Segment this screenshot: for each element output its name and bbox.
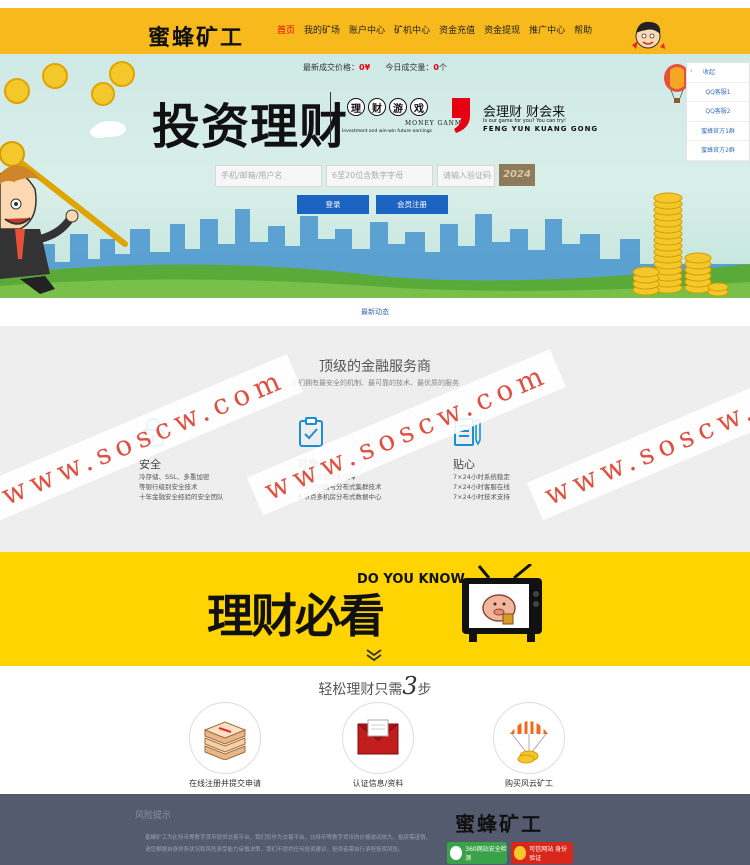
nav-promotion[interactable]: 推广中心 bbox=[529, 23, 565, 36]
register-button[interactable]: 会员注册 bbox=[376, 195, 448, 214]
side-official-group-2[interactable]: 蜜蜂官方2群 bbox=[687, 141, 749, 161]
game-title-circles: 理 财 游 戏 bbox=[347, 98, 431, 116]
security-badge-360[interactable]: 360网站安全检测 bbox=[447, 842, 507, 864]
slogan-sub-pinyin: FENG YUN KUANG GONG bbox=[483, 125, 599, 133]
step-icon-circle bbox=[189, 702, 261, 774]
envelope-icon bbox=[357, 719, 399, 755]
hero-banner: 最新成交价格：0¥ 今日成交量：0个 投资理财 理 财 游 戏 MONEY GA… bbox=[0, 54, 750, 298]
game-char: 戏 bbox=[410, 98, 428, 116]
coin-stack-icon bbox=[632, 192, 728, 297]
trade-stats: 最新成交价格：0¥ 今日成交量：0个 bbox=[0, 62, 750, 73]
top-header: 蜜蜂矿工 首页 我的矿场 账户中心 矿机中心 资金充值 资金提现 推广中心 帮助 bbox=[0, 8, 750, 54]
volume-label: 今日成交量： bbox=[385, 63, 434, 72]
nav-recharge[interactable]: 资金充值 bbox=[439, 23, 475, 36]
game-char: 财 bbox=[368, 98, 386, 116]
clipboard-check-icon bbox=[299, 417, 323, 447]
game-char: 游 bbox=[389, 98, 407, 116]
risk-warning-text: 蜜蜂矿工为比特币等数字货币提供交易平台，我们仅作为交易平台，比特币等数字货币的价… bbox=[145, 835, 432, 853]
captcha-image[interactable]: 2024 bbox=[499, 164, 535, 186]
features-section: 顶级的金融服务商 我们拥有最安全的机制、最可靠的技术、最优质的服务 安全 冷存储… bbox=[0, 326, 750, 552]
nav-withdraw[interactable]: 资金提现 bbox=[484, 23, 520, 36]
step-1[interactable]: 在线注册并提交申请 bbox=[170, 702, 280, 789]
parachute-coin-icon bbox=[510, 715, 548, 764]
chevron-left-icon[interactable]: ‹ bbox=[690, 67, 693, 75]
red-comma-icon bbox=[452, 98, 470, 133]
page-root: 蜜蜂矿工 首页 我的矿场 账户中心 矿机中心 资金充值 资金提现 推广中心 帮助 bbox=[0, 0, 750, 865]
step-label: 在线注册并提交申请 bbox=[189, 779, 261, 788]
slogan-sub-english: Is our game for you? You can try! bbox=[483, 118, 566, 124]
feature-title: 安全 bbox=[139, 458, 161, 471]
side-official-group-1[interactable]: 蜜蜂官方1群 bbox=[687, 122, 749, 142]
badge-label: 可信网站 身份验证 bbox=[529, 846, 568, 862]
promo-title: 理财必看 bbox=[207, 589, 385, 643]
latest-news-bar[interactable]: 最新动态 bbox=[0, 298, 750, 326]
risk-warning-title: 风险提示 bbox=[135, 811, 172, 821]
promo-banner: 理财必看 DO YOU KNOW bbox=[0, 552, 750, 666]
side-qq-service-2[interactable]: QQ客服2 bbox=[687, 102, 749, 122]
steps-title-number: 3 bbox=[402, 672, 418, 700]
mascot-head-icon bbox=[632, 21, 665, 49]
price-unit: ¥ bbox=[364, 63, 371, 72]
double-chevron-down-icon[interactable] bbox=[364, 648, 384, 662]
steps-title-suffix: 步 bbox=[417, 682, 432, 698]
tv-piggy-bank-icon bbox=[462, 564, 542, 642]
step-label: 购买风云矿工 bbox=[505, 779, 553, 788]
trusted-site-badge[interactable]: 可信网站 身份验证 bbox=[511, 842, 573, 864]
steps-title: 轻松理财只需3步 bbox=[0, 672, 750, 700]
step-3[interactable]: 购买风云矿工 bbox=[474, 702, 584, 789]
feature-line: 多节点多机房分布式数据中心 bbox=[297, 493, 382, 501]
username-input[interactable]: 手机/邮箱/用户名 bbox=[215, 165, 322, 187]
game-char: 理 bbox=[347, 98, 365, 116]
main-nav: 首页 我的矿场 账户中心 矿机中心 资金充值 资金提现 推广中心 帮助 bbox=[277, 23, 601, 36]
steps-section: 轻松理财只需3步 在线注册并提交申请 认证信息/资料 购买风云矿工 bbox=[0, 666, 750, 794]
step-icon-circle bbox=[342, 702, 414, 774]
game-subtitle: Investment and win-win future earnings bbox=[342, 129, 432, 134]
books-icon bbox=[203, 721, 247, 760]
volume-unit: 个 bbox=[439, 63, 447, 72]
mascot-character-illustration bbox=[0, 141, 128, 294]
price-label: 最新成交价格： bbox=[303, 63, 359, 72]
side-qq-service-1[interactable]: QQ客服1 bbox=[687, 83, 749, 103]
nav-help[interactable]: 帮助 bbox=[574, 23, 592, 36]
site-logo[interactable]: 蜜蜂矿工 bbox=[148, 20, 244, 52]
shield-check-icon bbox=[450, 846, 463, 860]
title-divider bbox=[330, 92, 331, 144]
nav-home[interactable]: 首页 bbox=[277, 23, 295, 36]
promo-english: DO YOU KNOW bbox=[357, 572, 465, 587]
steps-title-prefix: 轻松理财只需 bbox=[318, 682, 403, 698]
nav-miner-center[interactable]: 矿机中心 bbox=[394, 23, 430, 36]
footer-logo[interactable]: 蜜蜂矿工 bbox=[455, 808, 543, 837]
features-title: 顶级的金融服务商 bbox=[319, 359, 431, 375]
nav-my-mine[interactable]: 我的矿场 bbox=[304, 23, 340, 36]
password-input[interactable]: 6至20位含数字字母 bbox=[326, 165, 433, 187]
nav-account-center[interactable]: 账户中心 bbox=[349, 23, 385, 36]
step-label: 认证信息/资料 bbox=[352, 779, 404, 788]
site-footer: 风险提示 蜜蜂矿工为比特币等数字货币提供交易平台，我们仅作为交易平台，比特币等数… bbox=[0, 794, 750, 865]
step-2[interactable]: 认证信息/资料 bbox=[323, 702, 433, 789]
banner-title: 投资理财 bbox=[152, 99, 349, 155]
step-icon-circle bbox=[493, 702, 565, 774]
captcha-input[interactable]: 请输入验证码 bbox=[437, 165, 495, 187]
login-button[interactable]: 登录 bbox=[297, 195, 369, 214]
side-collapse[interactable]: 收起 bbox=[687, 63, 749, 83]
features-subtitle: 我们拥有最安全的机制、最可靠的技术、最优质的服务 bbox=[291, 379, 459, 387]
service-side-panel: 收起 QQ客服1 QQ客服2 蜜蜂官方1群 蜜蜂官方2群 bbox=[686, 62, 750, 162]
badge-label: 360网站安全检测 bbox=[465, 846, 507, 862]
trust-seal-icon bbox=[514, 846, 527, 860]
